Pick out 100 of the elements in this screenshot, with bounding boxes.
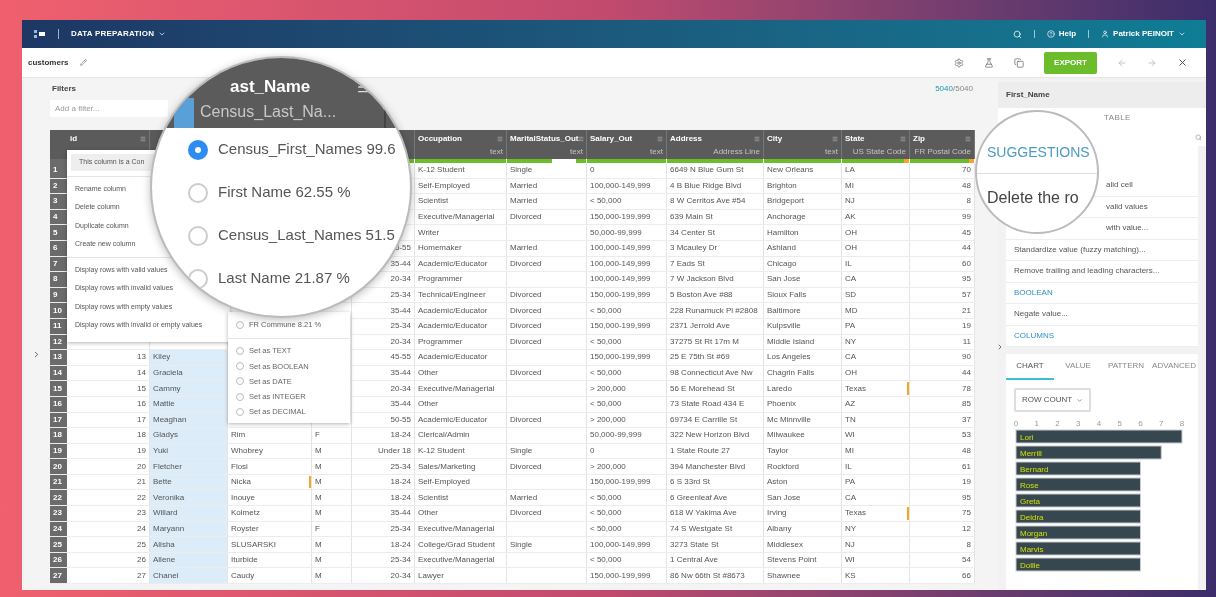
axis-tick: 3 (1076, 419, 1081, 428)
table-cell: Iturbide (231, 554, 258, 567)
chart-bar[interactable]: Merrill (1015, 445, 1162, 460)
suggestion-item[interactable]: with value... (1106, 222, 1149, 235)
semantic-type-option[interactable]: Census_First_Names 99.6 (188, 128, 396, 171)
suggestion-item[interactable]: Negate value... (1014, 308, 1068, 321)
chart-tab[interactable]: ADVANCED (1150, 354, 1198, 380)
chart-bar[interactable]: Morgan (1015, 525, 1141, 540)
radio-button[interactable] (188, 139, 208, 160)
row-number: 16 (53, 398, 62, 411)
y-tick-label: Deidra (1020, 512, 1045, 522)
radio-button[interactable] (188, 268, 208, 289)
chart-bar[interactable]: Rose (1015, 477, 1141, 492)
table-cell: 75 (962, 507, 971, 520)
table-cell: 13 (137, 351, 146, 364)
table-cell: 73 State Road 434 E (670, 398, 745, 411)
column-type: Address Line (713, 146, 760, 158)
column-header[interactable]: id (70, 133, 78, 145)
undo-icon[interactable] (1117, 57, 1127, 68)
table-cell: 639 Main St (670, 211, 713, 224)
suggestion-item[interactable]: valid values (1106, 200, 1148, 213)
suggestion-item[interactable]: alid cell (1106, 179, 1133, 192)
chart-bar[interactable]: Greta (1015, 493, 1141, 508)
row-number: 1 (53, 164, 58, 177)
radio-button[interactable] (188, 225, 208, 246)
edit-icon[interactable] (80, 59, 88, 66)
table-cell: 44 (962, 242, 971, 255)
column-header[interactable]: Address (670, 133, 702, 145)
row-count-dropdown[interactable]: ROW COUNT (1014, 388, 1092, 412)
chart-bar[interactable]: Bernard (1015, 461, 1141, 476)
chart-tab[interactable]: PATTERN (1102, 354, 1150, 380)
table-cell: 6 S 33rd St (670, 476, 711, 489)
semantic-type-option[interactable]: Last Name 21.87 % (188, 257, 350, 300)
table-cell: Scientist (418, 491, 449, 504)
axis-tick: 1 (1034, 419, 1039, 428)
table-cell: TN (845, 413, 856, 426)
chart-tab[interactable]: VALUE (1054, 354, 1102, 380)
row-number: 11 (53, 320, 62, 333)
table-cell: 7 Eads St (670, 257, 705, 270)
suggestion-item[interactable]: Standardize value (fuzzy matching)... (1014, 243, 1146, 256)
semantic-type-option[interactable]: First Name 62.55 % (188, 171, 351, 214)
table-cell: Other (418, 398, 438, 411)
table-cell: 17 (137, 413, 146, 426)
panel-tab[interactable]: TABLE (1104, 112, 1131, 124)
chart-bar[interactable]: Marvis (1015, 541, 1141, 556)
table-cell: < 50,000 (590, 491, 622, 504)
table-cell: 100,000-149,999 (590, 257, 651, 270)
table-cell: Milwaukee (767, 429, 805, 442)
user-menu[interactable]: Patrick PEINOIT (1101, 28, 1186, 40)
table-cell: Taylor (767, 445, 789, 457)
table-cell: Willard (153, 507, 178, 520)
app-menu-button[interactable]: DATA PREPARATION (71, 28, 167, 40)
chart-bar[interactable]: Dollie (1015, 557, 1141, 572)
flask-icon[interactable] (984, 57, 995, 68)
collapse-icon[interactable] (996, 343, 1004, 351)
copy-icon[interactable] (1014, 57, 1025, 68)
column-header[interactable]: MaritalStatus_Out (510, 133, 579, 145)
column-header[interactable]: City (767, 133, 783, 145)
row-number: 9 (53, 289, 58, 302)
column-type: text (650, 146, 663, 158)
column-header[interactable]: Salary_Out (590, 133, 633, 145)
table-cell: 45-55 (390, 351, 411, 364)
filter-field[interactable]: Add a filter... (50, 100, 168, 117)
radio-button[interactable] (188, 182, 208, 203)
table-cell: OH (845, 226, 857, 239)
table-cell: Single (510, 445, 533, 457)
column-header[interactable]: Occupation (418, 133, 462, 145)
help-link[interactable]: Help (1046, 28, 1077, 40)
column-header[interactable]: ast_Name (230, 74, 311, 100)
table-cell: 8 (966, 538, 971, 551)
row-number: 4 (53, 211, 58, 224)
table-cell: Executive/Managerial (418, 211, 495, 224)
table-cell: 50,000-99,999 (590, 429, 642, 442)
table-cell: Kolmetz (231, 507, 260, 520)
settings-icon[interactable] (954, 57, 965, 68)
column-header[interactable]: Zip (913, 133, 925, 145)
suggestion-item[interactable]: Remove trailing and leading characters... (1014, 265, 1160, 278)
table-cell: Divorced (510, 507, 542, 520)
suggestion-item[interactable]: Delete the ro (987, 186, 1079, 210)
table-cell: > 200,000 (590, 382, 626, 395)
table-cell: Hamilton (767, 226, 799, 239)
table-cell: 34 Center St (670, 226, 715, 239)
table-cell: Ashland (767, 242, 796, 255)
chart-bar[interactable]: Lori (1015, 429, 1183, 444)
chart-bar[interactable]: Deidra (1015, 509, 1141, 524)
table-cell: Mc Minnville (767, 413, 811, 426)
table-cell: Albany (767, 522, 792, 535)
semantic-type-option[interactable]: Census_Last_Names 51.5 (188, 214, 395, 257)
table-cell: 7 W Jackson Blvd (670, 273, 734, 286)
table-cell: NY (845, 522, 857, 535)
table-cell: WI (845, 554, 855, 567)
table-cell: Chagrin Falls (767, 367, 815, 379)
table-cell: 150,000-199,999 (590, 289, 651, 302)
column-header[interactable]: State (845, 133, 865, 145)
table-cell: 18-24 (390, 538, 411, 551)
search-icon[interactable] (1012, 29, 1022, 39)
redo-icon[interactable] (1147, 57, 1157, 68)
close-icon[interactable] (1177, 57, 1188, 68)
chart-tab[interactable]: CHART (1006, 354, 1054, 380)
search-icon[interactable] (1195, 133, 1202, 141)
